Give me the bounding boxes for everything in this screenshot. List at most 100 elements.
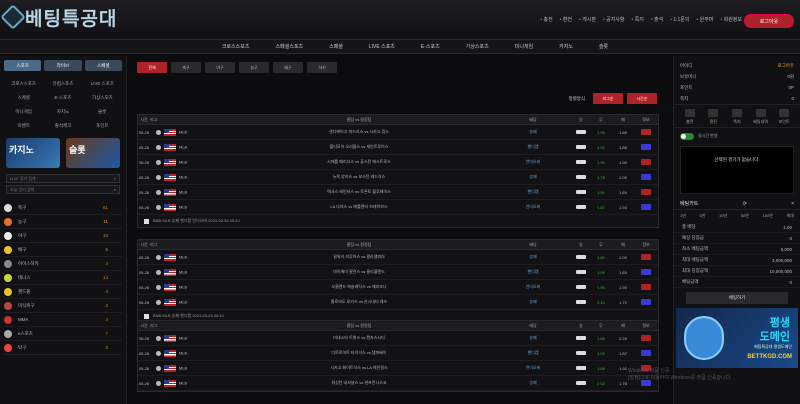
odds-home[interactable]: 2.02 — [590, 381, 612, 386]
match-name[interactable]: LA 다저스 vs 애틀랜타 브레이브스 — [224, 204, 494, 210]
info-cell[interactable] — [634, 349, 658, 357]
menu-virtual[interactable]: 가상스포츠 — [466, 40, 489, 53]
market-type[interactable]: 언더오버 — [494, 204, 572, 210]
sport-item[interactable]: e스포츠 7 — [4, 327, 122, 341]
odds-away[interactable]: 1.72 — [612, 300, 634, 305]
sidebar-link[interactable]: 스페셜 — [4, 91, 43, 105]
market-type[interactable]: 핸디캡 — [494, 350, 572, 356]
market-type[interactable]: 승패 — [494, 174, 572, 180]
odds-home[interactable]: 1.88 — [590, 366, 612, 371]
logout-button[interactable]: 로그아웃 — [744, 14, 794, 28]
market-type[interactable]: 승패 — [494, 299, 572, 305]
deposit-quick-button[interactable]: 충전 — [681, 107, 699, 125]
history-quick-button[interactable]: 베팅내역 — [752, 107, 770, 125]
sidebar-tab-live[interactable]: 라이브 — [44, 60, 82, 71]
odds-home[interactable]: 1.92 — [590, 145, 612, 150]
match-name[interactable]: 시애틀 매리너스 vs 휴스턴 애스트로스 — [224, 159, 494, 165]
live-search-input[interactable]: LIVE 경기 검색 ⌕ — [6, 174, 120, 183]
menu-cross-sports[interactable]: 크로스스포츠 — [222, 40, 250, 53]
casino-banner[interactable]: 카지노 — [6, 138, 60, 168]
sidebar-link[interactable]: 출석체크 — [43, 119, 82, 133]
odds-away[interactable]: 1.89 — [612, 190, 634, 195]
odds-home[interactable]: 1.75 — [590, 175, 612, 180]
market-type[interactable]: 핸디캡 — [494, 144, 572, 150]
chip[interactable]: 5만 — [700, 213, 706, 219]
chip[interactable]: 100만 — [763, 213, 773, 219]
menu-live[interactable]: LIVE 스포츠 — [369, 40, 395, 53]
market-type[interactable]: 핸디캡 — [494, 189, 572, 195]
checkbox[interactable] — [144, 218, 149, 224]
market-type[interactable]: 승패 — [494, 129, 572, 135]
odds-home[interactable]: 1.90 — [590, 285, 612, 290]
odds-home[interactable]: 1.95 — [590, 130, 612, 135]
chip[interactable]: 1만 — [680, 213, 686, 219]
odds-away[interactable]: 1.88 — [612, 145, 634, 150]
match-search-input[interactable]: 오늘 경기 검색 ⌕ — [6, 185, 120, 194]
match-name[interactable]: 밀워키 브루어스 vs 필라델피아 — [224, 254, 494, 260]
market-type[interactable]: 승패 — [494, 254, 572, 260]
match-name[interactable]: 워싱턴 내셔널스 vs 샌프란시스코 — [224, 380, 494, 386]
slot-banner[interactable]: 슬롯 — [66, 138, 120, 168]
odds-away[interactable]: 1.93 — [612, 205, 634, 210]
info-cell[interactable] — [634, 268, 658, 276]
chip[interactable]: 최대 — [787, 213, 794, 219]
info-cell[interactable] — [634, 188, 658, 196]
odds-away[interactable]: 2.25 — [612, 336, 634, 341]
market-type[interactable]: 언더오버 — [494, 284, 572, 290]
point-quick-button[interactable]: 포인트 — [775, 107, 793, 125]
realtime-toggle[interactable]: 실시간 반영 — [674, 130, 800, 142]
match-name[interactable]: 샌디에이고 파드리스 vs 시카고 컵스 — [224, 129, 494, 135]
menu-slot[interactable]: 슬롯 — [599, 40, 608, 53]
info-cell[interactable] — [634, 334, 658, 342]
menu-casino[interactable]: 카지노 — [559, 40, 573, 53]
market-type[interactable]: 승패 — [494, 380, 572, 386]
odds-home[interactable]: 1.80 — [590, 255, 612, 260]
odds-away[interactable]: 1.90 — [612, 285, 634, 290]
sport-item[interactable]: 배구 5 — [4, 243, 122, 257]
summary-value[interactable]: 0 — [789, 280, 792, 285]
message-quick-button[interactable]: 쪽지 — [728, 107, 746, 125]
odds-away[interactable]: 1.87 — [612, 351, 634, 356]
match-name[interactable]: 시카고 화이트삭스 vs LA 에인절스 — [224, 365, 494, 371]
odds-home[interactable]: 1.65 — [590, 336, 612, 341]
match-name[interactable]: 미네소타 트윈스 vs 캔자스시티 — [224, 335, 494, 341]
sidebar-link[interactable]: 크로스스포츠 — [4, 77, 43, 91]
nav-notice[interactable]: 공지사항 — [603, 16, 624, 23]
menu-esports[interactable]: E-스포츠 — [421, 40, 440, 53]
odds-home[interactable]: 1.95 — [590, 270, 612, 275]
info-cell[interactable] — [634, 283, 658, 291]
info-cell[interactable] — [634, 253, 658, 261]
sport-item[interactable]: MMA 3 — [4, 313, 122, 327]
sport-item[interactable]: 핸드볼 4 — [4, 285, 122, 299]
sport-item[interactable]: 미식축구 2 — [4, 299, 122, 313]
menu-euro-sports[interactable]: 스페셜스포츠 — [275, 40, 303, 53]
nav-withdraw[interactable]: 환전 — [560, 16, 572, 23]
sidebar-link[interactable]: 카지노 — [43, 105, 82, 119]
odds-home[interactable]: 1.87 — [590, 205, 612, 210]
market-type[interactable]: 언더오버 — [494, 365, 572, 371]
sidebar-link[interactable]: 가상스포츠 — [83, 91, 122, 105]
info-cell[interactable] — [634, 203, 658, 211]
nav-board[interactable]: 게시판 — [579, 16, 596, 23]
odds-away[interactable]: 1.85 — [612, 270, 634, 275]
info-cell[interactable] — [634, 173, 658, 181]
sidebar-link[interactable]: 미니게임 — [4, 105, 43, 119]
tab-volleyball[interactable]: 배구 — [273, 62, 303, 73]
odds-away[interactable]: 2.00 — [612, 255, 634, 260]
odds-away[interactable]: 1.90 — [612, 160, 634, 165]
sidebar-link[interactable]: 포인트 — [83, 119, 122, 133]
checkbox[interactable] — [144, 313, 149, 319]
sort-league-button[interactable]: 리그순 — [593, 93, 623, 104]
place-bet-button[interactable]: 베팅하기 — [686, 292, 788, 304]
sidebar-tab-sports[interactable]: 스포츠 — [4, 60, 42, 71]
nav-attendance[interactable]: 출석 — [651, 16, 663, 23]
sport-item[interactable]: 농구 11 — [4, 215, 122, 229]
match-name[interactable]: 오클랜드 애슬레틱스 vs 애리조나 — [224, 284, 494, 290]
refresh-icon[interactable]: ⟳ — [743, 201, 747, 207]
menu-minigame[interactable]: 미니게임 — [515, 40, 533, 53]
match-name[interactable]: 마이애미 말린스 vs 클리블랜드 — [224, 269, 494, 275]
sport-item[interactable]: 테니스 14 — [4, 271, 122, 285]
match-name[interactable]: 뉴욕 양키스 vs 보스턴 레드삭스 — [224, 174, 494, 180]
toggle-switch[interactable] — [680, 132, 694, 140]
odds-home[interactable]: 1.90 — [590, 160, 612, 165]
